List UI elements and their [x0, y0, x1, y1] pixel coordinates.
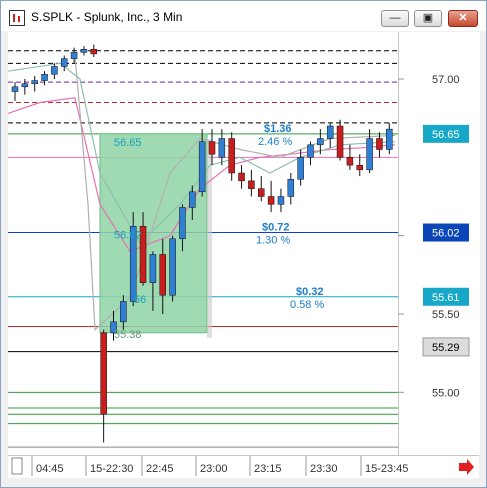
price-badge-label-1: 56.02 [432, 228, 460, 240]
time-label-5: 23:30 [310, 463, 338, 475]
zone-mid-label: 56.02 [114, 230, 142, 242]
scroll-right-arrow-icon[interactable] [459, 459, 474, 475]
candle-body-28[interactable] [287, 179, 295, 197]
candle-body-37[interactable] [376, 138, 383, 150]
candle-body-0[interactable] [11, 86, 19, 92]
candle-body-4[interactable] [51, 66, 58, 75]
price-badge-label-0: 56.65 [432, 129, 460, 141]
annotation-percent-1: 1.30 % [256, 235, 290, 247]
candle-body-7[interactable] [80, 48, 88, 53]
time-label-4: 23:15 [254, 463, 282, 475]
time-label-6: 15-23:45 [365, 463, 408, 475]
candle-body-23[interactable] [238, 172, 245, 182]
candle-body-36[interactable] [366, 138, 373, 171]
candle-body-29[interactable] [297, 157, 304, 180]
time-label-3: 23:00 [200, 463, 228, 475]
candle-body-9[interactable] [100, 332, 107, 415]
candle-body-1[interactable] [21, 83, 29, 88]
zone-top-label: 56.65 [114, 137, 142, 149]
zone-low-label: 56 [134, 294, 146, 306]
candle-body-21[interactable] [218, 138, 226, 158]
price-tick-label-0: 57.00 [432, 74, 460, 86]
annotation-amount-0: $1.36 [264, 123, 292, 135]
candle-body-19[interactable] [198, 141, 206, 193]
candle-body-3[interactable] [41, 74, 48, 81]
zone-bottom-label: 55.38 [114, 329, 142, 341]
candlestick-chart[interactable]: 56.65 56.02 56 55.38 $1.362.46 % $0.721.30 % $… [0, 0, 487, 488]
candle-body-26[interactable] [267, 196, 275, 205]
candle-body-25[interactable] [258, 188, 265, 197]
candle-body-16[interactable] [169, 238, 176, 296]
candle-body-8[interactable] [90, 48, 98, 55]
annotation-percent-2: 0.58 % [290, 299, 324, 311]
candle-body-33[interactable] [336, 125, 344, 158]
candle-body-34[interactable] [346, 157, 354, 166]
price-tick-label-4: 55.00 [432, 387, 460, 399]
candle-body-6[interactable] [70, 52, 78, 59]
candle-body-31[interactable] [317, 138, 324, 146]
time-label-1: 15-22:30 [90, 463, 133, 475]
candle-body-22[interactable] [228, 138, 235, 174]
candle-body-18[interactable] [189, 191, 196, 208]
annotation-percent-0: 2.46 % [258, 136, 292, 148]
annotation-amount-2: $0.32 [296, 286, 324, 298]
time-label-2: 22:45 [146, 463, 174, 475]
candle-body-32[interactable] [326, 125, 334, 139]
annotation-amount-1: $0.72 [262, 222, 290, 234]
price-badge-label-3: 55.29 [432, 342, 460, 354]
time-label-0: 04:45 [36, 463, 64, 475]
candle-body-17[interactable] [179, 207, 186, 240]
candle-body-5[interactable] [61, 58, 68, 67]
candle-body-20[interactable] [208, 141, 216, 155]
price-tick-label-3: 55.50 [432, 309, 460, 321]
candle-body-2[interactable] [31, 80, 38, 84]
candle-body-38[interactable] [386, 128, 393, 150]
candle-body-14[interactable] [149, 254, 157, 283]
candle-body-35[interactable] [356, 164, 363, 171]
candle-body-11[interactable] [120, 301, 127, 323]
candle-body-30[interactable] [307, 144, 314, 158]
candle-body-15[interactable] [159, 254, 166, 296]
candle-body-27[interactable] [277, 196, 285, 205]
price-badge-label-2: 55.61 [432, 292, 460, 304]
scroll-checkbox[interactable] [11, 457, 23, 475]
candle-body-24[interactable] [248, 180, 255, 189]
